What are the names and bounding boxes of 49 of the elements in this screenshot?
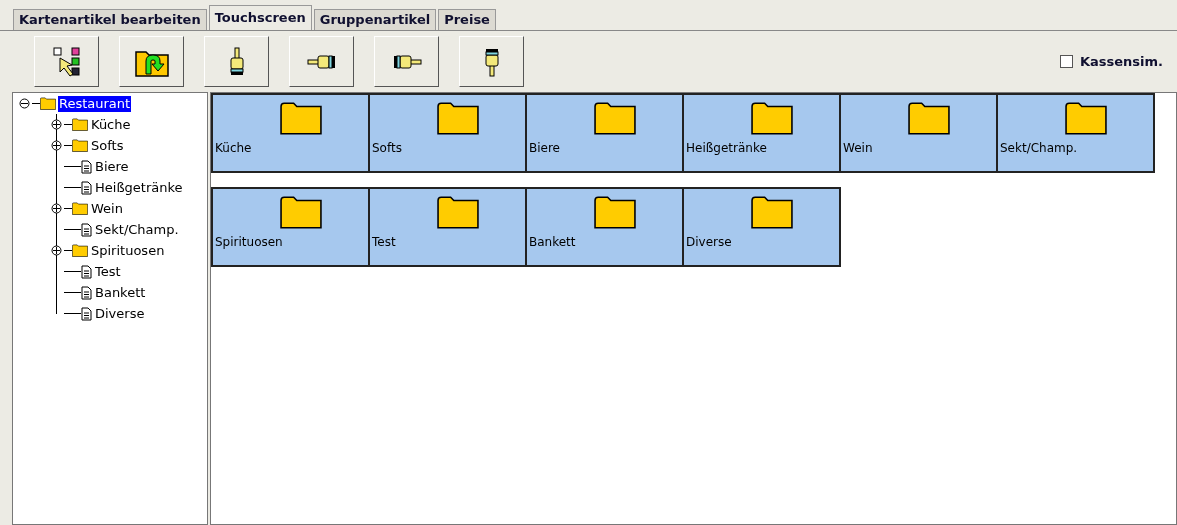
folder-icon [279, 195, 322, 229]
expand-icon[interactable] [51, 245, 62, 256]
tree-item[interactable]: Test [94, 263, 122, 280]
folder-tile[interactable]: Biere [525, 93, 684, 173]
folder-tile[interactable]: Sekt/Champ. [996, 93, 1155, 173]
folder-icon [436, 195, 479, 229]
folder-tile[interactable]: Heißgetränke [682, 93, 841, 173]
folder-icon [279, 101, 322, 135]
expand-icon[interactable] [51, 119, 62, 130]
folder-tile[interactable]: Küche [211, 93, 370, 173]
toolbar-button[interactable] [204, 36, 269, 87]
checkbox[interactable] [1059, 55, 1073, 68]
arrange-icon [51, 45, 82, 78]
folder-tile[interactable]: Test [368, 187, 527, 267]
checkbox-label: Kassensim. [1079, 52, 1163, 71]
tree-item[interactable]: Sekt/Champ. [94, 221, 180, 238]
tab[interactable]: Kartenartikel bearbeiten [13, 9, 207, 30]
tab[interactable]: Preise [438, 9, 496, 30]
folder-tile[interactable]: Bankett [525, 187, 684, 267]
folder-icon [436, 101, 479, 135]
folder-icon [1064, 101, 1107, 135]
folder-tile[interactable]: Spirituosen [211, 187, 370, 267]
tree-item[interactable]: Wein [90, 200, 124, 217]
folder-icon [593, 101, 636, 135]
folder-icon [750, 101, 793, 135]
collapse-icon[interactable] [19, 98, 30, 109]
tab[interactable]: Gruppenartikel [313, 9, 437, 30]
tree-item[interactable]: Restaurant [58, 95, 132, 112]
tree-item[interactable]: Spirituosen [90, 242, 166, 259]
toolbar-button[interactable] [374, 36, 439, 87]
expand-icon[interactable] [51, 203, 62, 214]
toolbar-button[interactable] [459, 36, 524, 87]
toolbar-button[interactable] [289, 36, 354, 87]
expand-icon[interactable] [51, 140, 62, 151]
tree-item[interactable]: Softs [90, 137, 125, 154]
toolbar-button[interactable] [34, 36, 99, 87]
folder-tile[interactable]: Softs [368, 93, 527, 173]
tree-item[interactable]: Küche [90, 116, 132, 133]
folder-tile[interactable]: Diverse [682, 187, 841, 267]
tab[interactable]: Touchscreen [208, 5, 312, 30]
folder-icon [593, 195, 636, 229]
tree-item[interactable]: Biere [94, 158, 130, 175]
folder-icon [750, 195, 793, 229]
tree-item[interactable]: Bankett [94, 284, 147, 301]
folder-icon [907, 101, 950, 135]
tree-item[interactable]: Diverse [94, 305, 146, 322]
folder-tile[interactable]: Wein [839, 93, 998, 173]
toolbar-button[interactable] [119, 36, 184, 87]
tree-item[interactable]: Heißgetränke [94, 179, 184, 196]
